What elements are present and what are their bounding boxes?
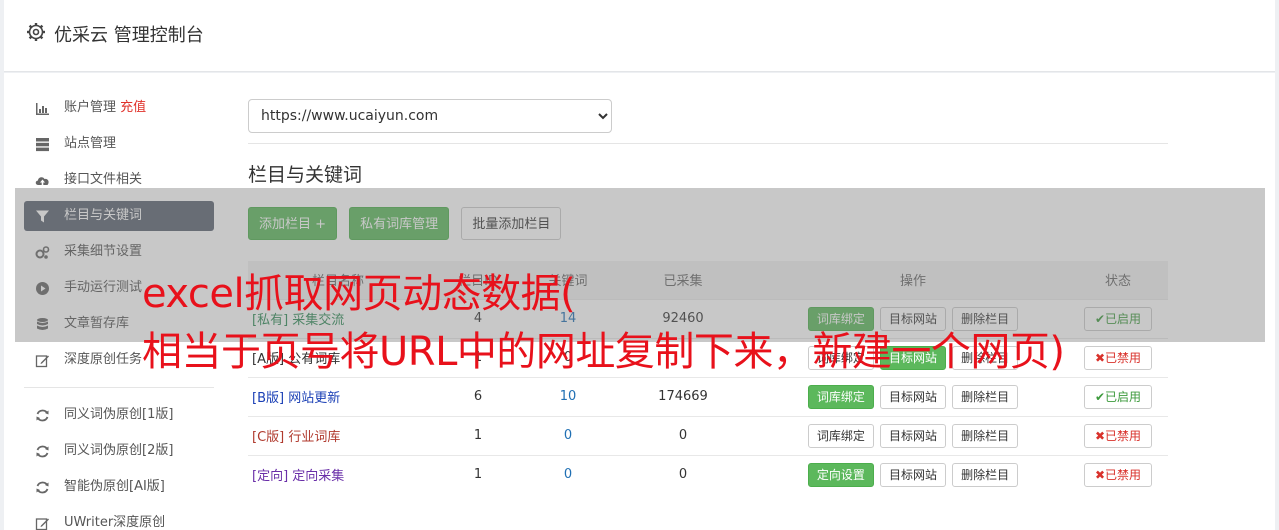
keyword-count[interactable]: 0 xyxy=(528,415,608,455)
state-cell: ✔已启用 xyxy=(1068,376,1168,416)
column-name[interactable]: 行业词库 xyxy=(288,430,340,445)
refresh-icon xyxy=(36,445,49,458)
bar-chart-icon xyxy=(36,103,49,115)
table-row: [C版] 行业词库 1 0 0 词库绑定 目标网站 删除栏目 ✖已禁用 xyxy=(248,415,1168,455)
keyword-count[interactable]: 10 xyxy=(528,376,608,416)
refresh-icon xyxy=(36,409,49,422)
keyword-count[interactable]: 0 xyxy=(528,454,608,494)
state-cell: ✖已禁用 xyxy=(1068,415,1168,455)
column-name-cell[interactable]: [C版] 行业词库 xyxy=(248,415,428,455)
direct-setting-button[interactable]: 定向设置 xyxy=(807,462,874,487)
delete-column-button[interactable]: 删除栏目 xyxy=(952,462,1019,487)
overlay-caption-line1: excel抓取网页动态数据( xyxy=(142,271,576,317)
bind-lib-button[interactable]: 词库绑定 xyxy=(807,423,874,448)
column-name[interactable]: 网站更新 xyxy=(288,391,340,406)
top-bar: 优采云 管理控制台 xyxy=(4,0,1275,72)
bind-lib-button[interactable]: 词库绑定 xyxy=(807,384,874,409)
column-name-cell[interactable]: [B版] 网站更新 xyxy=(248,376,428,416)
site-select[interactable]: https://www.ucaiyun.com xyxy=(248,99,612,133)
delete-column-button[interactable]: 删除栏目 xyxy=(952,384,1019,409)
collected-count: 174669 xyxy=(608,376,758,416)
state-label: 已禁用 xyxy=(1105,467,1142,482)
cloud-upload-icon xyxy=(35,177,49,185)
gear-icon xyxy=(27,23,45,41)
operations-cell: 词库绑定 目标网站 删除栏目 xyxy=(758,415,1068,455)
column-name-cell[interactable]: [定向] 定向采集 xyxy=(248,454,428,494)
sidebar-item-label: 同义词伪原创[2版] xyxy=(64,443,174,458)
sidebar-item-account[interactable]: 账户管理 充值 xyxy=(24,93,214,123)
check-icon: ✔ xyxy=(1094,389,1106,404)
overlay-band xyxy=(15,188,1265,342)
column-tag: [C版] xyxy=(252,430,285,445)
sidebar-item-label: 智能伪原创[AI版] xyxy=(64,479,165,494)
sidebar-divider xyxy=(24,387,214,388)
cross-icon: ✖ xyxy=(1094,467,1106,482)
column-tag: [定向] xyxy=(252,469,289,485)
state-toggle[interactable]: ✖已禁用 xyxy=(1083,423,1153,448)
collected-count: 0 xyxy=(608,415,758,455)
target-site-button[interactable]: 目标网站 xyxy=(879,384,946,409)
divider xyxy=(248,143,1168,144)
refresh-icon xyxy=(36,481,49,494)
sidebar-item-ai-pseudo[interactable]: 智能伪原创[AI版] xyxy=(24,472,214,502)
sidebar-item-label: 深度原创任务 xyxy=(64,352,143,367)
column-id: 1 xyxy=(428,454,528,494)
sidebar-item-label: 接口文件相关 xyxy=(64,172,143,187)
recharge-link[interactable]: 充值 xyxy=(120,100,146,115)
operations-cell: 词库绑定 目标网站 删除栏目 xyxy=(758,376,1068,416)
column-id: 6 xyxy=(428,376,528,416)
state-label: 已禁用 xyxy=(1105,350,1142,365)
table-row: [定向] 定向采集 1 0 0 定向设置 目标网站 删除栏目 ✖已禁用 xyxy=(248,454,1168,494)
server-icon xyxy=(36,138,49,152)
state-label: 已启用 xyxy=(1105,389,1142,404)
table-row: [B版] 网站更新 6 10 174669 词库绑定 目标网站 删除栏目 ✔已启… xyxy=(248,376,1168,416)
column-id: 1 xyxy=(428,415,528,455)
state-toggle[interactable]: ✔已启用 xyxy=(1083,384,1153,409)
sidebar-item-sites[interactable]: 站点管理 xyxy=(24,129,214,159)
state-cell: ✖已禁用 xyxy=(1068,337,1168,377)
edit-icon xyxy=(35,518,49,530)
state-toggle[interactable]: ✖已禁用 xyxy=(1083,462,1153,487)
collected-count: 0 xyxy=(608,454,758,494)
state-cell: ✖已禁用 xyxy=(1068,454,1168,494)
cross-icon: ✖ xyxy=(1094,428,1106,443)
operations-cell: 定向设置 目标网站 删除栏目 xyxy=(758,454,1068,494)
edit-icon xyxy=(35,355,49,368)
sidebar-item-label: 站点管理 xyxy=(64,136,117,151)
target-site-button[interactable]: 目标网站 xyxy=(879,423,946,448)
state-toggle[interactable]: ✖已禁用 xyxy=(1083,345,1153,370)
app-title: 优采云 管理控制台 xyxy=(54,25,204,46)
section-title: 栏目与关键词 xyxy=(248,164,363,186)
column-name[interactable]: 定向采集 xyxy=(292,469,344,484)
sidebar-item-synonym-v1[interactable]: 同义词伪原创[1版] xyxy=(24,400,214,430)
state-label: 已禁用 xyxy=(1105,428,1142,443)
sidebar-item-uwriter[interactable]: UWriter深度原创 xyxy=(24,508,214,530)
cross-icon: ✖ xyxy=(1094,350,1106,365)
delete-column-button[interactable]: 删除栏目 xyxy=(952,423,1019,448)
target-site-button[interactable]: 目标网站 xyxy=(879,462,946,487)
sidebar-item-label: 同义词伪原创[1版] xyxy=(64,407,174,422)
column-tag: [B版] xyxy=(252,391,285,406)
sidebar-item-label: UWriter深度原创 xyxy=(64,515,166,530)
sidebar-item-synonym-v2[interactable]: 同义词伪原创[2版] xyxy=(24,436,214,466)
sidebar-item-label: 账户管理 xyxy=(64,100,117,115)
overlay-caption-line2: 相当于页号将URL中的网址复制下来，新建一个网页) xyxy=(142,329,1065,375)
